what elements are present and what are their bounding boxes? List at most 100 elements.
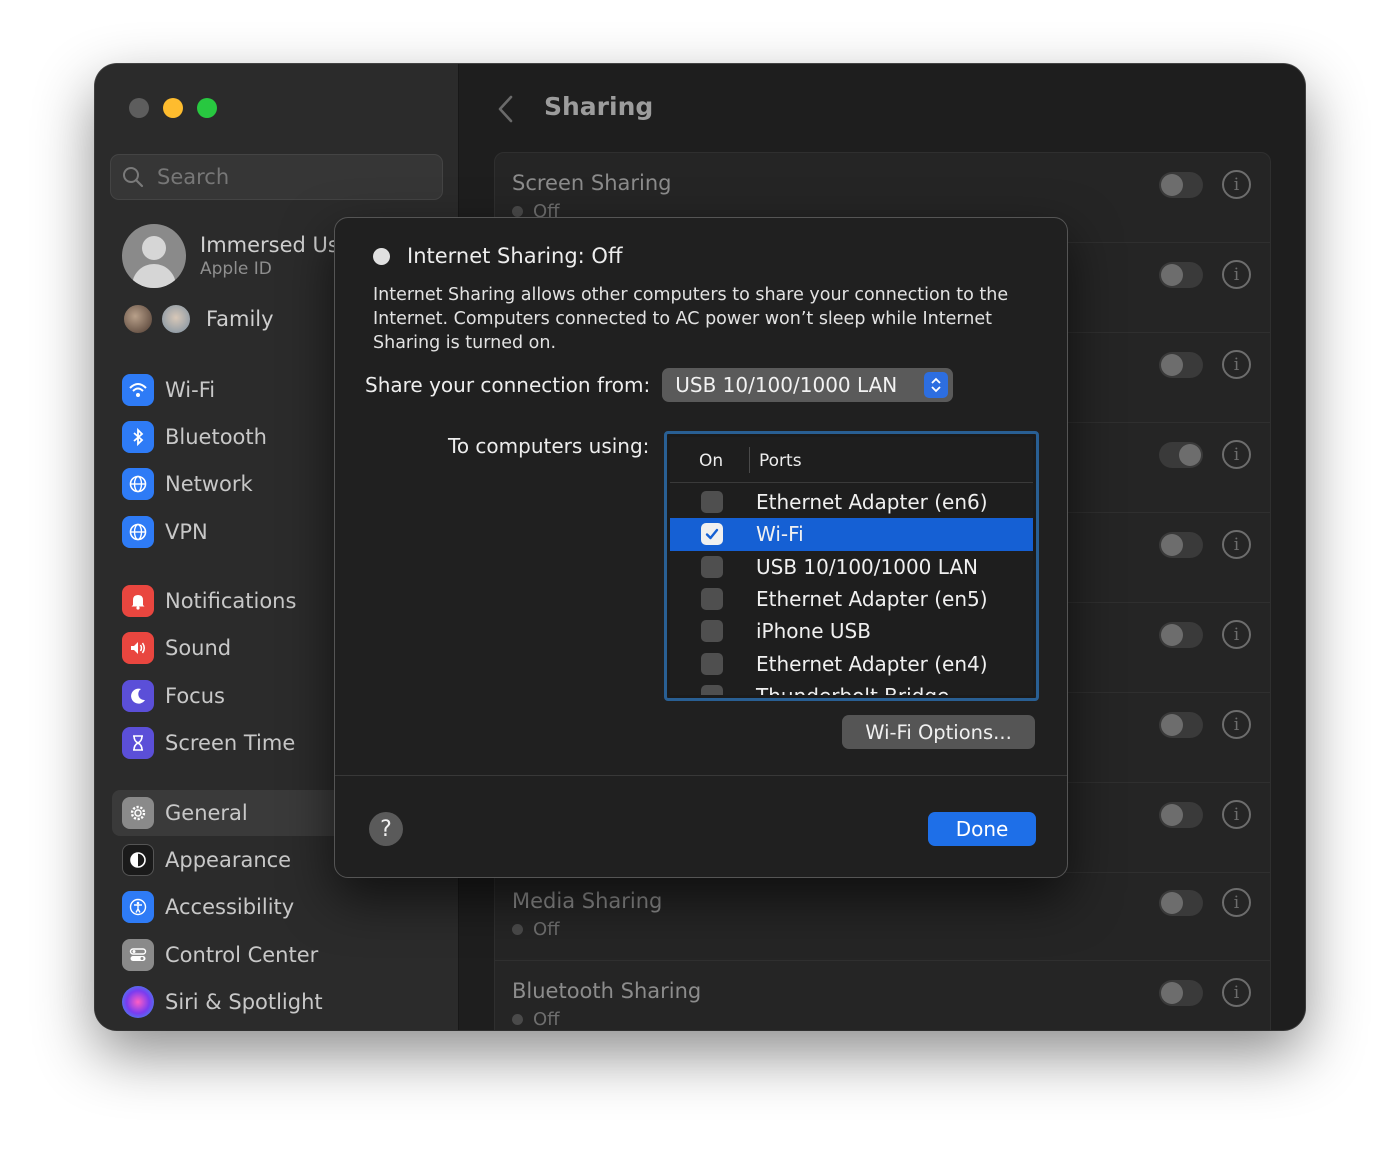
dialog-divider — [335, 775, 1067, 776]
status-text: Off — [533, 1009, 560, 1030]
sidebar-item-sound[interactable]: Sound — [122, 628, 231, 668]
sidebar-item-label: Bluetooth — [165, 425, 267, 449]
done-button[interactable]: Done — [928, 812, 1036, 846]
sidebar-item-label: Focus — [165, 684, 225, 708]
port-row[interactable]: Ethernet Adapter (en5) — [670, 583, 1033, 615]
sidebar-item-label: Network — [165, 472, 253, 496]
apple-id-profile[interactable]: Immersed Us Apple ID — [122, 224, 339, 288]
family-label: Family — [206, 307, 274, 331]
sidebar-item-siri-spotlight[interactable]: Siri & Spotlight — [122, 982, 323, 1022]
service-toggle[interactable] — [1159, 890, 1203, 916]
sidebar-item-general[interactable]: General — [112, 790, 362, 836]
port-row[interactable]: USB 10/100/1000 LAN — [670, 551, 1033, 583]
service-status: Off — [512, 1009, 560, 1030]
search-icon — [123, 167, 144, 188]
service-status: Off — [512, 919, 560, 940]
sidebar-item-label: Control Center — [165, 943, 319, 967]
info-icon[interactable]: i — [1222, 530, 1251, 559]
service-toggle[interactable] — [1159, 712, 1203, 738]
info-icon[interactable]: i — [1222, 260, 1251, 289]
port-checkbox[interactable] — [701, 684, 723, 695]
bluetooth-icon — [122, 421, 154, 453]
status-dot — [373, 247, 390, 265]
column-header-ports[interactable]: Ports — [759, 451, 802, 471]
profile-subtitle: Apple ID — [200, 259, 272, 279]
sidebar-item-network[interactable]: Network — [122, 464, 253, 504]
port-checkbox[interactable] — [701, 588, 723, 611]
appearance-icon — [122, 844, 154, 876]
port-checkbox[interactable] — [701, 491, 723, 514]
port-checkbox[interactable] — [701, 555, 723, 578]
sidebar-item-bluetooth[interactable]: Bluetooth — [122, 417, 267, 457]
info-icon[interactable]: i — [1222, 440, 1251, 469]
ports-table[interactable]: On Ports Ethernet Adapter (en6) Wi-Fi US… — [664, 431, 1039, 701]
sidebar-item-label: Sound — [165, 636, 232, 660]
info-icon[interactable]: i — [1222, 888, 1251, 917]
service-toggle[interactable] — [1159, 262, 1203, 288]
port-row-selected[interactable]: Wi-Fi — [670, 518, 1033, 551]
share-from-popup[interactable]: USB 10/100/1000 LAN — [662, 368, 954, 402]
service-toggle[interactable] — [1159, 980, 1203, 1006]
sidebar-item-notifications[interactable]: Notifications — [122, 581, 296, 621]
port-checkbox[interactable] — [701, 620, 723, 643]
search-input[interactable] — [157, 165, 417, 189]
service-toggle[interactable] — [1159, 172, 1203, 198]
dialog-header: Internet Sharing: Off — [373, 244, 622, 268]
info-icon[interactable]: i — [1222, 350, 1251, 379]
back-chevron-icon[interactable] — [494, 94, 518, 124]
service-toggle[interactable] — [1159, 622, 1203, 648]
service-toggle[interactable] — [1159, 802, 1203, 828]
share-from-row: Share your connection from: USB 10/100/1… — [365, 368, 954, 402]
sidebar-item-appearance[interactable]: Appearance — [122, 840, 291, 880]
up-down-chevron-icon — [924, 372, 949, 398]
help-button[interactable]: ? — [369, 812, 403, 846]
sidebar-item-wifi[interactable]: Wi-Fi — [122, 370, 215, 410]
sidebar-item-control-center[interactable]: Control Center — [122, 935, 318, 975]
info-icon[interactable]: i — [1222, 620, 1251, 649]
sidebar-item-focus[interactable]: Focus — [122, 676, 225, 716]
checkmark-icon — [705, 529, 719, 540]
zoom-button[interactable] — [197, 98, 217, 118]
dialog-status: Internet Sharing: Off — [407, 244, 623, 268]
info-icon[interactable]: i — [1222, 170, 1251, 199]
service-toggle[interactable] — [1159, 442, 1203, 468]
service-toggle[interactable] — [1159, 532, 1203, 558]
info-icon[interactable]: i — [1222, 710, 1251, 739]
service-row-media-sharing: Media Sharing Off i — [495, 871, 1270, 961]
port-checkbox[interactable] — [701, 523, 723, 546]
sidebar-item-screen-time[interactable]: Screen Time — [122, 723, 295, 763]
sidebar-item-label: Wi-Fi — [165, 378, 216, 402]
moon-icon — [122, 680, 154, 712]
close-button[interactable] — [129, 98, 149, 118]
window-controls — [129, 98, 217, 118]
port-row[interactable]: iPhone USB — [670, 615, 1033, 647]
status-text: Off — [533, 919, 560, 940]
column-header-on[interactable]: On — [699, 451, 723, 471]
minimize-button[interactable] — [163, 98, 183, 118]
family-avatar — [122, 303, 154, 335]
search-field[interactable] — [110, 154, 443, 200]
service-toggle[interactable] — [1159, 352, 1203, 378]
sidebar-item-family[interactable]: Family — [122, 303, 274, 335]
accessibility-icon — [122, 891, 154, 923]
port-row[interactable]: Thunderbolt Bridge — [670, 680, 1033, 695]
sidebar-item-vpn[interactable]: VPN — [122, 512, 208, 552]
port-name: Wi-Fi — [756, 522, 804, 547]
port-row[interactable]: Ethernet Adapter (en6) — [670, 486, 1033, 518]
bell-icon — [122, 585, 154, 617]
sidebar-item-label: VPN — [165, 520, 208, 544]
info-icon[interactable]: i — [1222, 800, 1251, 829]
service-row-bluetooth-sharing: Bluetooth Sharing Off i — [495, 961, 1270, 1030]
port-name: USB 10/100/1000 LAN — [756, 554, 979, 579]
sidebar-item-label: Appearance — [165, 848, 292, 872]
info-icon[interactable]: i — [1222, 978, 1251, 1007]
port-row[interactable]: Ethernet Adapter (en4) — [670, 647, 1033, 679]
status-dot — [512, 1014, 523, 1025]
internet-sharing-dialog: Internet Sharing: Off Internet Sharing a… — [334, 217, 1068, 878]
gear-icon — [122, 797, 154, 829]
port-checkbox[interactable] — [701, 652, 723, 675]
sidebar-item-accessibility[interactable]: Accessibility — [122, 887, 294, 927]
control-center-icon — [122, 939, 154, 971]
wifi-options-button[interactable]: Wi-Fi Options... — [842, 715, 1035, 749]
sidebar-item-label: Accessibility — [165, 895, 295, 919]
